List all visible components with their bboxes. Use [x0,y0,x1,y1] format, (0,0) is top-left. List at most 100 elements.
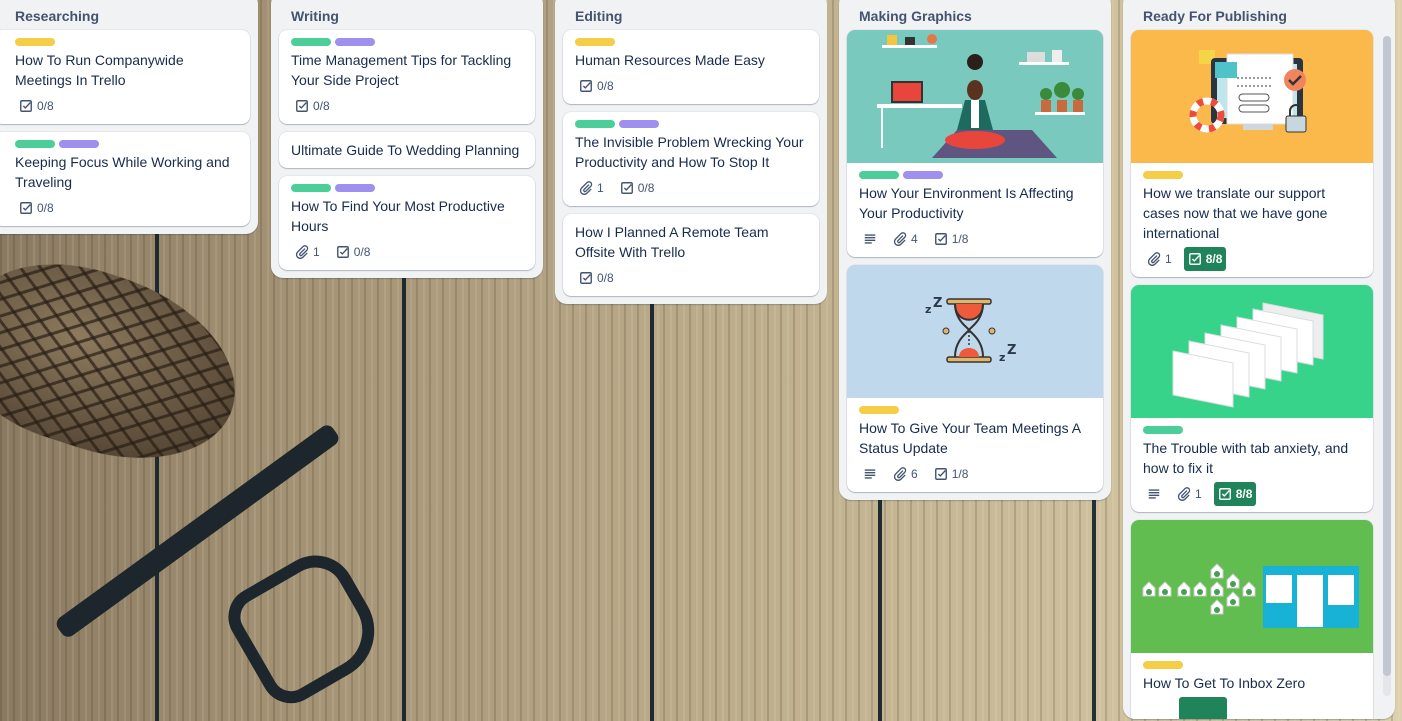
list-scrollbar-thumb[interactable] [1383,36,1391,676]
checklist-count: 0/8 [637,181,655,195]
card-title: How To Find Your Most Productive Hours [291,198,505,234]
checklist-icon [579,79,593,93]
glasses-lens-background-decoration [217,540,393,715]
list-editing: Editing Human Resources Made Easy 0/8 Th… [555,0,827,304]
checklist-count: 0/8 [597,79,614,93]
label-yellow[interactable] [575,38,615,46]
card[interactable]: Time Management Tips for Tackling Your S… [279,30,535,124]
checklist-count: 0/8 [37,99,54,113]
checklist-count: 8/8 [1205,252,1223,266]
list-title[interactable]: Making Graphics [847,0,1103,30]
card[interactable]: Keeping Focus While Working and Travelin… [0,132,250,226]
card[interactable]: How To Run Companywide Meetings In Trell… [0,30,250,124]
description-icon [863,467,877,481]
label-yellow[interactable] [1143,661,1183,669]
checklist-badge: 0/8 [575,74,618,98]
list-ready-for-publishing: Ready For Publishing How we translate ou… [1123,0,1395,719]
checklist-complete-badge: 8/8 [1183,247,1227,271]
checklist-icon [620,181,634,195]
label-yellow[interactable] [15,38,55,46]
label-yellow[interactable] [1143,171,1183,179]
label-purple[interactable] [619,120,659,128]
card-title: Keeping Focus While Working and Travelin… [15,154,230,190]
checklist-badge: 0/8 [575,266,618,290]
card-title: How To Get To Inbox Zero [1143,675,1306,691]
checklist-count: 0/8 [597,271,614,285]
checklist-count: 0/8 [313,99,330,113]
attachment-count: 1 [1195,487,1202,501]
description-badge [859,462,881,486]
checklist-icon [336,245,350,259]
checklist-complete-badge: 8/8 [1213,482,1257,506]
attachment-badge: 6 [889,462,922,486]
paperclip-icon [893,467,907,481]
description-icon [1147,487,1161,501]
checklist-badge: 0/8 [15,196,58,220]
svg-text:Z: Z [1007,343,1016,358]
list-title[interactable]: Ready For Publishing [1131,0,1373,30]
card[interactable]: Human Resources Made Easy 0/8 [563,30,819,104]
checklist-badge: 1/8 [930,227,973,251]
label-green[interactable] [1143,426,1183,434]
label-green[interactable] [291,184,331,192]
checklist-count: 1/8 [951,467,969,481]
description-icon [863,232,877,246]
attachment-count: 1 [313,245,320,259]
card[interactable]: The Trouble with tab anxiety, and how to… [1131,285,1373,512]
checklist-icon [1218,487,1232,501]
checklist-icon [19,201,33,215]
paperclip-icon [1147,252,1161,266]
meditation-illustration-cover [847,30,1103,163]
label-purple[interactable] [335,184,375,192]
label-purple[interactable] [59,140,99,148]
card-title: The Trouble with tab anxiety, and how to… [1143,440,1349,476]
label-green[interactable] [291,38,331,46]
attachment-count: 1 [597,181,604,195]
hourglass-illustration-cover: z Z z Z [847,265,1103,398]
checklist-badge: 0/8 [15,94,58,118]
checklist-count: 8/8 [1235,487,1253,501]
label-yellow[interactable] [859,406,899,414]
card[interactable]: How To Get To Inbox Zero [1131,520,1373,719]
label-purple[interactable] [903,171,943,179]
list-title[interactable]: Editing [563,0,819,30]
list-title[interactable]: Researching [0,0,250,30]
description-badge [859,227,881,251]
card[interactable]: z Z z Z How To Give Your Team Meetings A… [847,265,1103,492]
attachment-badge: 1 [291,240,324,264]
card[interactable]: The Invisible Problem Wrecking Your Prod… [563,112,819,206]
card[interactable]: How we translate our support cases now t… [1131,30,1373,277]
list-researching: Researching How To Run Companywide Meeti… [0,0,258,234]
label-purple[interactable] [335,38,375,46]
label-green[interactable] [15,140,55,148]
checklist-badge: 0/8 [291,94,334,118]
paperclip-icon [1177,487,1191,501]
attachment-badge: 4 [889,227,922,251]
card[interactable]: Ultimate Guide To Wedding Planning [279,132,535,168]
checklist-count: 0/8 [353,245,371,259]
checklist-badge: 0/8 [332,240,375,264]
checklist-icon [579,271,593,285]
attachment-count: 1 [1165,252,1172,266]
checklist-icon [1188,252,1202,266]
card[interactable]: How I Planned A Remote Team Offsite With… [563,214,819,296]
label-green[interactable] [575,120,615,128]
card-title: How we translate our support cases now t… [1143,185,1328,241]
attachment-badge: 1 [575,176,608,200]
paperclip-icon [295,245,309,259]
list-making-graphics: Making Graphics How Your Environment Is … [839,0,1111,500]
pinecone-background-decoration [0,236,261,489]
description-badge [1143,482,1165,506]
checklist-icon [934,232,948,246]
attachment-count: 4 [911,232,918,246]
card[interactable]: How Your Environment Is Affecting Your P… [847,30,1103,257]
paperclip-icon [579,181,593,195]
checklist-complete-badge [1179,697,1227,719]
card[interactable]: How To Find Your Most Productive Hours 1… [279,176,535,270]
label-green[interactable] [859,171,899,179]
list-title[interactable]: Writing [279,0,535,30]
browser-tabs-illustration-cover [1131,285,1373,418]
card-title: How To Give Your Team Meetings A Status … [859,420,1081,456]
card-title: Ultimate Guide To Wedding Planning [291,142,520,158]
attachment-count: 6 [911,467,918,481]
